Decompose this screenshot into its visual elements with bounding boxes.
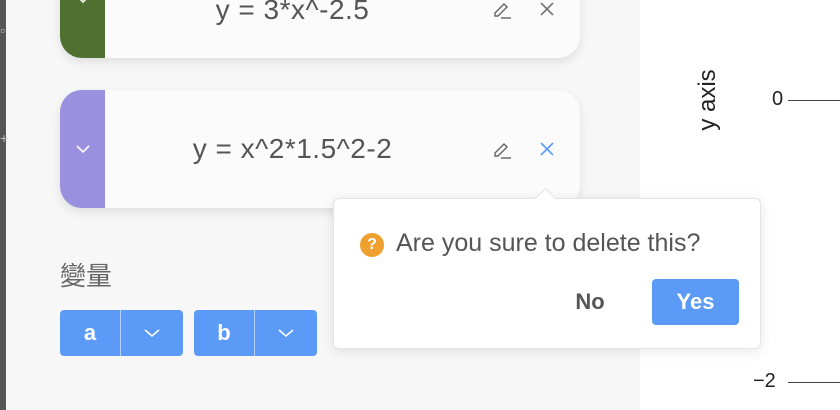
close-icon[interactable] [535,137,559,161]
y-tick-label: 0 [772,88,784,110]
confirm-message: Are you sure to delete this? [396,229,701,257]
edge-glyph-top: ▫ [0,22,5,38]
equation-formula[interactable]: y = x^2*1.5^2-2 [105,133,480,165]
chevron-down-icon [79,0,86,4]
variables-label: 變量 [60,261,113,291]
pencil-icon[interactable] [490,137,514,161]
variable-name[interactable]: a [60,310,121,356]
y-axis-title: y axis [688,60,728,140]
y-tick-line [788,100,840,101]
panel-edge [0,0,6,410]
close-icon[interactable] [535,0,559,21]
equation-color-tab[interactable] [60,90,105,208]
equation-card-2: y = x^2*1.5^2-2 [60,90,580,208]
chevron-down-icon[interactable] [121,310,183,356]
variable-button-b: b [194,310,317,356]
y-tick-label: −2 [753,370,776,392]
chevron-down-icon[interactable] [255,310,317,356]
y-axis-title-text: y axis [694,69,721,131]
equation-color-tab[interactable] [60,0,105,58]
equation-formula[interactable]: y = 3*x^-2.5 [105,0,480,26]
pencil-icon[interactable] [490,0,514,21]
edge-glyph-mid: + [0,130,9,146]
delete-confirm-popover: ? Are you sure to delete this? No Yes [333,187,761,349]
chevron-down-icon [75,145,90,154]
variable-button-a: a [60,310,183,356]
variable-name[interactable]: b [194,310,255,356]
question-icon: ? [360,233,384,257]
cancel-button[interactable]: No [562,279,618,325]
confirm-delete-button[interactable]: Yes [652,279,739,325]
equation-card-1: y = 3*x^-2.5 [60,0,580,58]
y-tick-line [788,382,840,383]
